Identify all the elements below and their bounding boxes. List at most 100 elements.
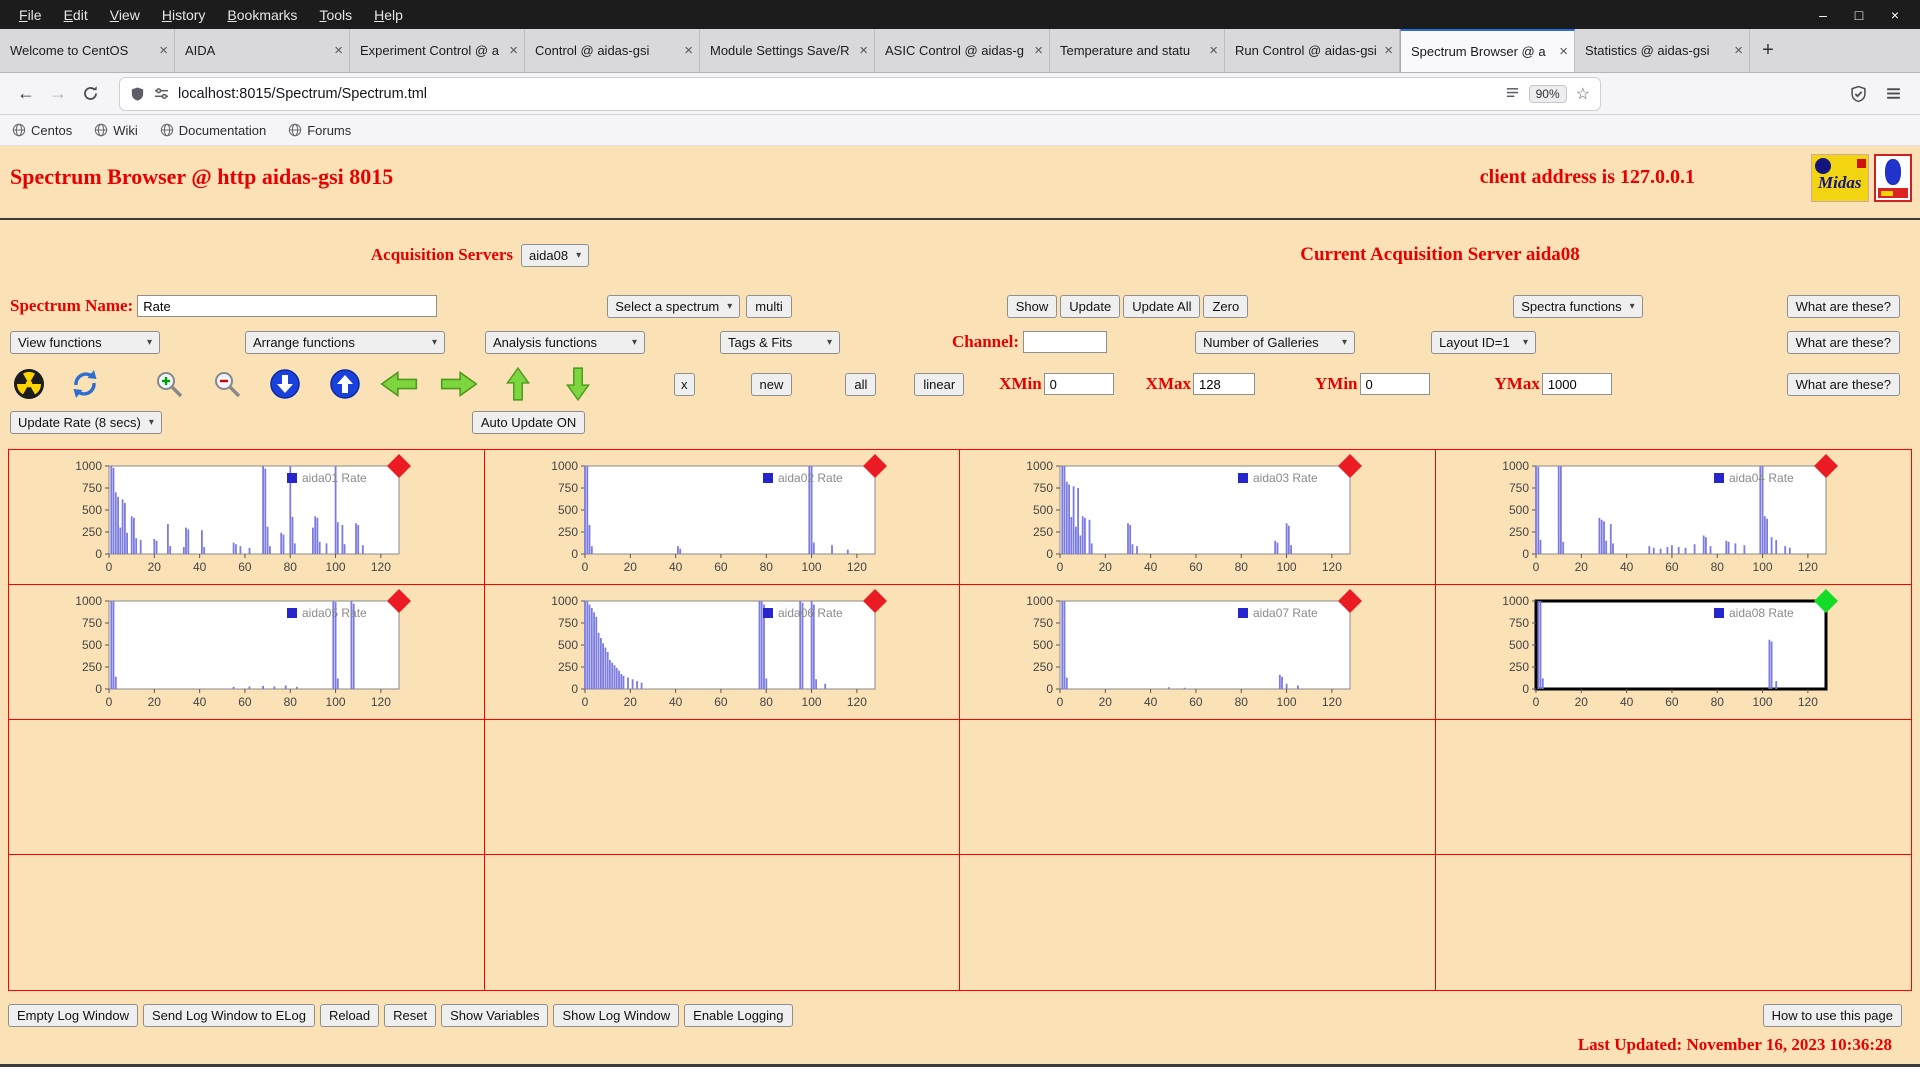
- spectrum-chart-aida03[interactable]: 0 250 500 750 1000 0 20 40 60 80 100 120 aida03 Rate: [1004, 452, 1384, 582]
- bookmark-wiki[interactable]: Wiki: [94, 123, 138, 138]
- update-button[interactable]: Update: [1060, 294, 1121, 318]
- spectrum-chart-aida05[interactable]: 0 250 500 750 1000 0 20 40 60 80 100 120 aida05 Rate: [53, 587, 433, 717]
- ymax-input[interactable]: [1541, 373, 1612, 395]
- what-are-these-button[interactable]: What are these?: [1786, 294, 1900, 318]
- menu-tools[interactable]: Tools: [308, 7, 363, 23]
- send-log-to-elog-button[interactable]: Send Log Window to ELog: [143, 1004, 315, 1027]
- tab-close-icon[interactable]: ×: [1734, 42, 1743, 59]
- shield-icon[interactable]: [130, 86, 145, 102]
- menu-bookmarks[interactable]: Bookmarks: [216, 7, 308, 23]
- gallery-cell-aida01[interactable]: 0 250 500 750 1000 0 20 40 60 80 100 120 aida01 Rate: [9, 450, 485, 585]
- tab-spectrum-browser[interactable]: Spectrum Browser @ a ×: [1400, 29, 1575, 72]
- spectrum-chart-aida06[interactable]: 0 250 500 750 1000 0 20 40 60 80 100 120 aida06 Rate: [529, 587, 909, 717]
- tab-close-icon[interactable]: ×: [159, 42, 168, 59]
- tab-close-icon[interactable]: ×: [1559, 43, 1568, 60]
- bookmark-forums[interactable]: Forums: [288, 123, 351, 138]
- acquisition-server-select[interactable]: aida08 ▾: [521, 243, 590, 267]
- menu-view[interactable]: View: [99, 7, 151, 23]
- spectra-functions-dropdown[interactable]: Spectra functions ▾: [1513, 294, 1643, 318]
- zero-button[interactable]: Zero: [1203, 294, 1249, 318]
- tab-statistics[interactable]: Statistics @ aidas-gsi ×: [1575, 29, 1750, 72]
- menu-history[interactable]: History: [151, 7, 217, 23]
- spectrum-chart-aida07[interactable]: 0 250 500 750 1000 0 20 40 60 80 100 120 aida07 Rate: [1004, 587, 1384, 717]
- tab-control[interactable]: Control @ aidas-gsi ×: [525, 29, 700, 72]
- tab-close-icon[interactable]: ×: [334, 42, 343, 59]
- refresh-icon[interactable]: [68, 367, 102, 401]
- arrow-down-icon[interactable]: [562, 367, 594, 402]
- arrange-functions-dropdown[interactable]: Arrange functions ▾: [245, 330, 445, 354]
- menu-file[interactable]: File: [8, 7, 53, 23]
- tab-close-icon[interactable]: ×: [684, 42, 693, 59]
- ymin-input[interactable]: [1359, 373, 1430, 395]
- gallery-cell-aida08[interactable]: 0 250 500 750 1000 0 20 40 60 80 100 120 aida08 Rate: [1435, 585, 1911, 720]
- channel-input[interactable]: [1023, 331, 1108, 353]
- scale-up-icon[interactable]: [328, 367, 362, 401]
- update-rate-dropdown[interactable]: Update Rate (8 secs) ▾: [10, 410, 162, 434]
- tab-asic-control[interactable]: ASIC Control @ aidas-g ×: [875, 29, 1050, 72]
- what-are-these-button[interactable]: What are these?: [1786, 330, 1900, 354]
- tab-welcome[interactable]: Welcome to CentOS ×: [0, 29, 175, 72]
- spectrum-chart-aida08[interactable]: 0 250 500 750 1000 0 20 40 60 80 100 120 aida08 Rate: [1480, 587, 1860, 717]
- tab-close-icon[interactable]: ×: [1034, 42, 1043, 59]
- menu-help[interactable]: Help: [363, 7, 414, 23]
- reset-button[interactable]: Reset: [384, 1004, 437, 1027]
- bookmark-centos[interactable]: Centos: [12, 123, 72, 138]
- spectrum-chart-aida02[interactable]: 0 250 500 750 1000 0 20 40 60 80 100 120 aida02 Rate: [529, 452, 909, 582]
- enable-logging-button[interactable]: Enable Logging: [684, 1004, 793, 1027]
- zoom-level-badge[interactable]: 90%: [1528, 84, 1567, 103]
- reload-page-button[interactable]: Reload: [319, 1004, 380, 1027]
- tags-fits-dropdown[interactable]: Tags & Fits ▾: [720, 330, 840, 354]
- xmin-input[interactable]: [1043, 373, 1114, 395]
- reader-mode-icon[interactable]: [1505, 86, 1520, 101]
- reload-button[interactable]: [74, 79, 106, 109]
- spectrum-chart-aida04[interactable]: 0 250 500 750 1000 0 20 40 60 80 100 120 aida04 Rate: [1480, 452, 1860, 582]
- tab-close-icon[interactable]: ×: [1209, 42, 1218, 59]
- update-all-button[interactable]: Update All: [1123, 294, 1201, 318]
- how-to-use-button[interactable]: How to use this page: [1762, 1004, 1902, 1027]
- spectrum-name-input[interactable]: [137, 295, 438, 317]
- zoom-out-icon[interactable]: [210, 367, 244, 401]
- empty-log-window-button[interactable]: Empty Log Window: [8, 1004, 138, 1027]
- scale-down-icon[interactable]: [268, 367, 302, 401]
- bookmark-documentation[interactable]: Documentation: [160, 123, 266, 138]
- select-spectrum-dropdown[interactable]: Select a spectrum ▾: [607, 294, 741, 318]
- analysis-functions-dropdown[interactable]: Analysis functions ▾: [485, 330, 645, 354]
- xmax-input[interactable]: [1193, 373, 1255, 395]
- show-button[interactable]: Show: [1006, 294, 1058, 318]
- tab-experiment-control[interactable]: Experiment Control @ a ×: [350, 29, 525, 72]
- number-of-galleries-dropdown[interactable]: Number of Galleries ▾: [1195, 330, 1356, 354]
- tab-module-settings[interactable]: Module Settings Save/R ×: [700, 29, 875, 72]
- new-button[interactable]: new: [750, 372, 793, 396]
- gallery-cell-aida07[interactable]: 0 250 500 750 1000 0 20 40 60 80 100 120 aida07 Rate: [960, 585, 1436, 720]
- gallery-cell-aida05[interactable]: 0 250 500 750 1000 0 20 40 60 80 100 120 aida05 Rate: [9, 585, 485, 720]
- hamburger-menu-icon[interactable]: [1885, 85, 1902, 103]
- view-functions-dropdown[interactable]: View functions ▾: [10, 330, 160, 354]
- minimize-button[interactable]: –: [1810, 7, 1836, 23]
- gallery-cell-aida06[interactable]: 0 250 500 750 1000 0 20 40 60 80 100 120 aida06 Rate: [484, 585, 960, 720]
- layout-id-dropdown[interactable]: Layout ID=1 ▾: [1431, 330, 1537, 354]
- spectrum-chart-aida01[interactable]: 0 250 500 750 1000 0 20 40 60 80 100 120 aida01 Rate: [53, 452, 433, 582]
- menu-edit[interactable]: Edit: [53, 7, 99, 23]
- tab-temperature[interactable]: Temperature and statu ×: [1050, 29, 1225, 72]
- back-button[interactable]: ←: [10, 79, 42, 109]
- url-text[interactable]: localhost:8015/Spectrum/Spectrum.tml: [178, 86, 1496, 102]
- show-variables-button[interactable]: Show Variables: [441, 1004, 549, 1027]
- shield-check-icon[interactable]: [1850, 85, 1867, 103]
- arrow-right-icon[interactable]: [438, 367, 480, 401]
- what-are-these-button[interactable]: What are these?: [1786, 372, 1900, 396]
- arrow-up-icon[interactable]: [502, 366, 534, 401]
- gallery-cell-aida04[interactable]: 0 250 500 750 1000 0 20 40 60 80 100 120 aida04 Rate: [1435, 450, 1911, 585]
- tab-aida[interactable]: AIDA ×: [175, 29, 350, 72]
- x-projection-button[interactable]: x: [674, 372, 695, 396]
- new-tab-button[interactable]: +: [1750, 29, 1786, 72]
- multi-button[interactable]: multi: [746, 294, 792, 318]
- close-button[interactable]: ×: [1882, 7, 1908, 23]
- show-log-window-button[interactable]: Show Log Window: [553, 1004, 680, 1027]
- url-bar[interactable]: localhost:8015/Spectrum/Spectrum.tml 90%…: [120, 77, 1600, 110]
- gallery-cell-aida03[interactable]: 0 250 500 750 1000 0 20 40 60 80 100 120 aida03 Rate: [960, 450, 1436, 585]
- gallery-cell-aida02[interactable]: 0 250 500 750 1000 0 20 40 60 80 100 120 aida02 Rate: [484, 450, 960, 585]
- zoom-in-icon[interactable]: [152, 367, 186, 401]
- tab-close-icon[interactable]: ×: [859, 42, 868, 59]
- linear-button[interactable]: linear: [914, 372, 965, 396]
- all-button[interactable]: all: [845, 372, 877, 396]
